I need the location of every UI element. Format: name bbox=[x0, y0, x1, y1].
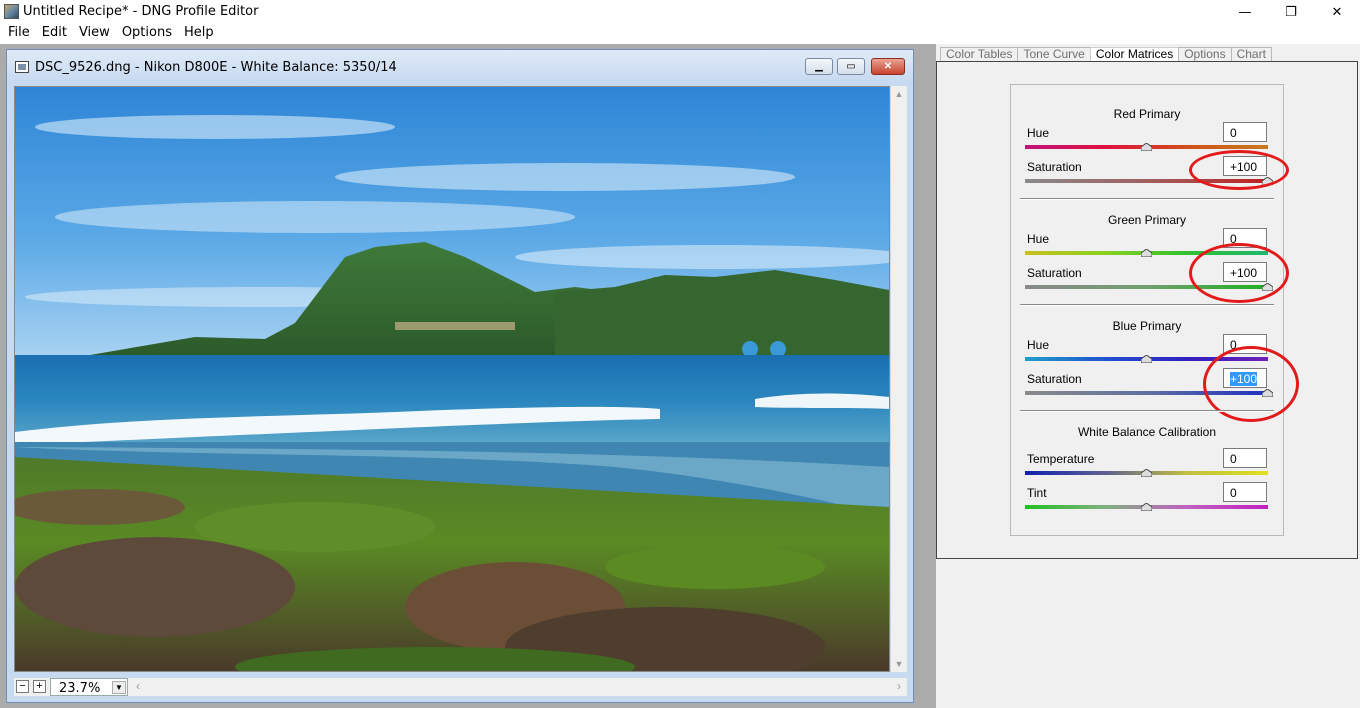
horizontal-scrollbar[interactable]: ‹ › bbox=[132, 678, 907, 696]
menu-bar: File Edit View Options Help bbox=[0, 24, 1360, 44]
temperature-thumb[interactable] bbox=[1141, 469, 1152, 477]
title-bar: Untitled Recipe* - DNG Profile Editor — … bbox=[0, 0, 1360, 24]
red-hue-thumb[interactable] bbox=[1141, 143, 1152, 151]
document-icon bbox=[15, 61, 29, 73]
scroll-left-arrow-icon[interactable]: ‹ bbox=[136, 679, 140, 693]
menu-view[interactable]: View bbox=[79, 24, 110, 44]
zoom-select[interactable]: 23.7% ▼ bbox=[50, 678, 128, 696]
tab-options[interactable]: Options bbox=[1178, 47, 1232, 61]
vertical-scrollbar[interactable]: ▲ ▼ bbox=[891, 86, 907, 672]
blue-hue-label: Hue bbox=[1027, 338, 1050, 352]
blue-primary-title: Blue Primary bbox=[1112, 319, 1182, 333]
tint-value: 0 bbox=[1230, 486, 1237, 500]
menu-edit[interactable]: Edit bbox=[42, 24, 67, 44]
green-primary-title: Green Primary bbox=[1107, 213, 1187, 227]
chevron-down-icon[interactable]: ▼ bbox=[112, 681, 126, 694]
red-hue-value: 0 bbox=[1230, 126, 1237, 140]
scroll-right-arrow-icon[interactable]: › bbox=[897, 679, 901, 693]
scroll-up-arrow-icon[interactable]: ▲ bbox=[891, 86, 907, 102]
window-title: Untitled Recipe* - DNG Profile Editor bbox=[23, 4, 259, 19]
annotation-circle bbox=[1189, 150, 1289, 190]
red-hue-field[interactable]: 0 bbox=[1223, 122, 1267, 142]
scroll-down-arrow-icon[interactable]: ▼ bbox=[891, 656, 907, 672]
app-icon bbox=[4, 4, 19, 19]
landscape-photo bbox=[15, 87, 889, 671]
tab-color-tables[interactable]: Color Tables bbox=[940, 47, 1019, 61]
green-hue-thumb[interactable] bbox=[1141, 249, 1152, 257]
divider bbox=[1020, 304, 1274, 306]
tab-bar: Color Tables Tone Curve Color Matrices O… bbox=[940, 47, 1272, 61]
green-hue-label: Hue bbox=[1027, 232, 1050, 246]
white-balance-title: White Balance Calibration bbox=[1077, 425, 1217, 439]
image-caption: DSC_9526.dng - Nikon D800E - White Balan… bbox=[35, 60, 397, 75]
menu-options[interactable]: Options bbox=[122, 24, 172, 44]
image-minimize-button[interactable]: ▁ bbox=[805, 58, 833, 75]
green-saturation-label: Saturation bbox=[1027, 266, 1082, 280]
temperature-label: Temperature bbox=[1027, 452, 1095, 466]
blue-hue-thumb[interactable] bbox=[1141, 355, 1152, 363]
close-button[interactable]: ✕ bbox=[1314, 0, 1360, 24]
temperature-field[interactable]: 0 bbox=[1223, 448, 1267, 468]
tab-color-matrices[interactable]: Color Matrices bbox=[1089, 47, 1180, 61]
image-viewport[interactable] bbox=[14, 86, 890, 672]
divider bbox=[1020, 198, 1274, 200]
menu-help[interactable]: Help bbox=[184, 24, 214, 44]
image-window: DSC_9526.dng - Nikon D800E - White Balan… bbox=[6, 49, 914, 703]
temperature-value: 0 bbox=[1230, 452, 1237, 466]
zoom-out-button[interactable]: − bbox=[16, 680, 29, 693]
menu-file[interactable]: File bbox=[8, 24, 30, 44]
blue-saturation-label: Saturation bbox=[1027, 372, 1082, 386]
maximize-button[interactable]: ❐ bbox=[1268, 0, 1314, 24]
image-status-bar: − + 23.7% ▼ ‹ › bbox=[14, 678, 907, 696]
image-window-titlebar[interactable]: DSC_9526.dng - Nikon D800E - White Balan… bbox=[7, 50, 913, 84]
red-saturation-label: Saturation bbox=[1027, 160, 1082, 174]
zoom-value: 23.7% bbox=[59, 681, 101, 696]
tint-field[interactable]: 0 bbox=[1223, 482, 1267, 502]
minimize-button[interactable]: — bbox=[1222, 0, 1268, 24]
zoom-in-button[interactable]: + bbox=[33, 680, 46, 693]
red-hue-label: Hue bbox=[1027, 126, 1050, 140]
divider bbox=[1020, 410, 1274, 412]
image-close-button[interactable]: ✕ bbox=[871, 58, 905, 75]
red-primary-title: Red Primary bbox=[1113, 107, 1181, 121]
image-maximize-button[interactable]: ▭ bbox=[837, 58, 865, 75]
annotation-circle bbox=[1189, 243, 1289, 303]
tab-chart[interactable]: Chart bbox=[1230, 47, 1272, 61]
tint-thumb[interactable] bbox=[1141, 503, 1152, 511]
tab-tone-curve[interactable]: Tone Curve bbox=[1017, 47, 1091, 61]
tint-label: Tint bbox=[1027, 486, 1047, 500]
